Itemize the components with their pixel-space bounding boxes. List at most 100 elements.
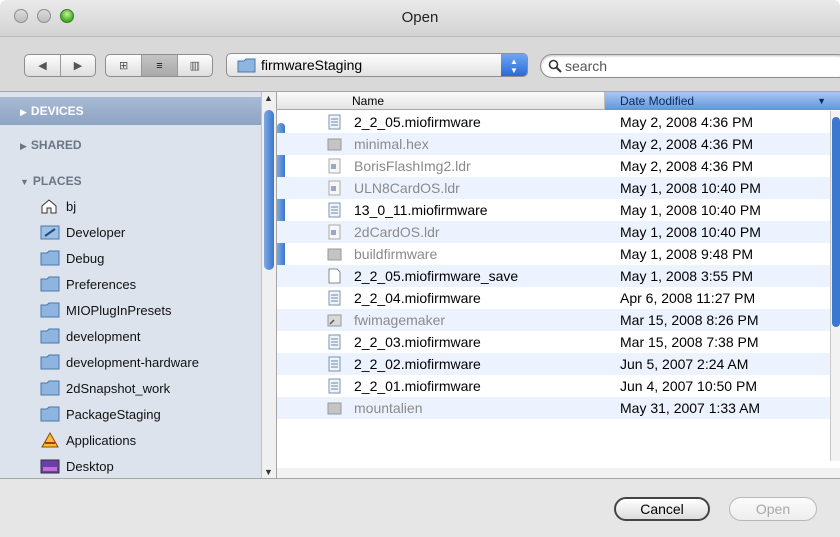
- file-row[interactable]: 2dCardOS.ldr May 1, 2008 10:40 PM: [277, 221, 840, 243]
- file-row[interactable]: 2_2_05.miofirmware_save May 1, 2008 3:55 …: [277, 265, 840, 287]
- generic-file-icon: [327, 400, 342, 416]
- file-row[interactable]: minimal.hex May 2, 2008 4:36 PM: [277, 133, 840, 155]
- document-icon: [327, 290, 342, 306]
- scroll-up-arrow-icon[interactable]: ▲: [264, 93, 273, 103]
- sidebar-item-mioplugipresets[interactable]: MIOPlugInPresets: [0, 297, 262, 323]
- file-name: 2_2_05.miofirmware: [354, 114, 481, 130]
- sidebar-scroll-thumb[interactable]: [264, 110, 274, 270]
- file-name: 2_2_01.miofirmware: [354, 378, 481, 394]
- icon-view-button[interactable]: ⊞: [106, 55, 141, 76]
- file-date-modified: May 2, 2008 4:36 PM: [620, 114, 754, 130]
- open-button[interactable]: Open: [729, 497, 817, 521]
- list-view-icon: ≡: [156, 59, 163, 72]
- file-list-scrollbar[interactable]: [830, 111, 840, 461]
- file-row[interactable]: ULN8CardOS.ldr May 1, 2008 10:40 PM: [277, 177, 840, 199]
- file-row[interactable]: 2_2_01.miofirmware Jun 4, 2007 10:50 PM: [277, 375, 840, 397]
- sidebar-item-label: 2dSnapshot_work: [66, 380, 171, 396]
- sidebar-section-places[interactable]: ▼ PLACES: [0, 167, 262, 195]
- folder-icon: [40, 302, 60, 318]
- home-icon: [40, 198, 60, 214]
- sort-descending-icon: ▼: [817, 96, 826, 106]
- generic-file-icon: [327, 136, 342, 152]
- folder-icon: [40, 380, 60, 396]
- ldr-file-icon: [327, 224, 342, 240]
- navigation-segmented-control: ◀ ▶: [24, 54, 96, 77]
- file-row[interactable]: buildfirmware May 1, 2008 9:48 PM: [277, 243, 840, 265]
- location-label: firmwareStaging: [261, 57, 363, 73]
- file-date-modified: May 31, 2007 1:33 AM: [620, 400, 761, 416]
- column-headers: Name Date Modified ▼: [277, 92, 840, 110]
- sidebar-item-label: development-hardware: [66, 354, 199, 370]
- view-mode-segmented-control: ⊞ ≡ ▥: [105, 54, 213, 77]
- sidebar-item-development-hardware[interactable]: development-hardware: [0, 349, 262, 375]
- file-row[interactable]: 2_2_03.miofirmware Mar 15, 2008 7:38 PM: [277, 331, 840, 353]
- file-name: ULN8CardOS.ldr: [354, 180, 460, 196]
- file-row[interactable]: 13_0_11.miofirmware May 1, 2008 10:40 PM: [277, 199, 840, 221]
- developer-folder-icon: [40, 224, 60, 240]
- search-field[interactable]: [540, 54, 840, 78]
- file-name: minimal.hex: [354, 136, 429, 152]
- sidebar-item-label: Desktop: [66, 458, 114, 474]
- file-row[interactable]: 2_2_04.miofirmware Apr 6, 2008 11:27 PM: [277, 287, 840, 309]
- forward-button[interactable]: ▶: [59, 55, 95, 76]
- disclosure-triangle-icon: ▶: [20, 141, 27, 151]
- popup-arrows-icon: ▲ ▼: [501, 54, 527, 76]
- executable-icon: [327, 312, 342, 328]
- sidebar-item-packagestaging[interactable]: PackageStaging: [0, 401, 262, 427]
- sidebar-item-2dsnapshot-work[interactable]: 2dSnapshot_work: [0, 375, 262, 401]
- document-icon: [327, 202, 342, 218]
- document-icon: [327, 378, 342, 394]
- column-view-button[interactable]: ▥: [176, 55, 212, 76]
- folder-icon: [40, 250, 60, 266]
- cancel-button[interactable]: Cancel: [614, 497, 710, 521]
- sidebar-item-desktop[interactable]: Desktop: [0, 453, 262, 478]
- location-popup[interactable]: firmwareStaging ▲ ▼: [226, 53, 528, 77]
- file-row[interactable]: fwimagemaker Mar 15, 2008 8:26 PM: [277, 309, 840, 331]
- title-bar[interactable]: Open: [0, 0, 840, 37]
- file-date-modified: Apr 6, 2008 11:27 PM: [620, 290, 756, 306]
- search-input[interactable]: [565, 57, 835, 75]
- folder-icon: [40, 328, 60, 344]
- sidebar-item-label: MIOPlugInPresets: [66, 302, 172, 318]
- sidebar-item-developer[interactable]: Developer: [0, 219, 262, 245]
- blank-file-icon: [327, 268, 342, 284]
- sidebar-section-shared[interactable]: ▶ SHARED: [0, 131, 262, 159]
- file-date-modified: Jun 5, 2007 2:24 AM: [620, 356, 749, 372]
- desktop-icon: [40, 458, 60, 474]
- sidebar-item-development[interactable]: development: [0, 323, 262, 349]
- toolbar: ◀ ▶ ⊞ ≡ ▥ firmwareStaging ▲ ▼: [0, 37, 840, 91]
- file-date-modified: May 1, 2008 10:40 PM: [620, 202, 761, 218]
- file-date-modified: May 1, 2008 9:48 PM: [620, 246, 754, 262]
- file-name: 2dCardOS.ldr: [354, 224, 440, 240]
- sidebar-item-applications[interactable]: Applications: [0, 427, 262, 453]
- shared-label: SHARED: [30, 138, 82, 152]
- sidebar-scrollbar[interactable]: ▲ ▼: [261, 92, 276, 478]
- document-icon: [327, 114, 342, 130]
- file-list-scroll-thumb[interactable]: [832, 117, 840, 327]
- file-row[interactable]: 2_2_05.miofirmware May 2, 2008 4:36 PM: [277, 111, 840, 133]
- file-name: fwimagemaker: [354, 312, 446, 328]
- file-row[interactable]: 2_2_02.miofirmware Jun 5, 2007 2:24 AM: [277, 353, 840, 375]
- places-label: PLACES: [32, 174, 82, 188]
- sidebar-item-debug[interactable]: Debug: [0, 245, 262, 271]
- sidebar-section-devices[interactable]: ▶ DEVICES: [0, 97, 262, 125]
- folder-icon: [40, 276, 60, 292]
- back-button[interactable]: ◀: [25, 55, 60, 76]
- file-name: BorisFlashImg2.ldr: [354, 158, 471, 174]
- file-row[interactable]: mountalien May 31, 2007 1:33 AM: [277, 397, 840, 419]
- sidebar-item-label: PackageStaging: [66, 406, 161, 422]
- sidebar-item-preferences[interactable]: Preferences: [0, 271, 262, 297]
- search-icon: [548, 59, 562, 73]
- file-row[interactable]: BorisFlashImg2.ldr May 2, 2008 4:36 PM: [277, 155, 840, 177]
- folder-icon: [237, 58, 256, 73]
- file-list-horizontal-scrollbar[interactable]: [277, 468, 840, 478]
- name-column-header[interactable]: Name: [322, 92, 605, 110]
- date-modified-column-header[interactable]: Date Modified ▼: [605, 92, 840, 110]
- sidebar-item-bj[interactable]: bj: [0, 193, 262, 219]
- file-date-modified: May 2, 2008 4:36 PM: [620, 136, 754, 152]
- list-view-button[interactable]: ≡: [141, 55, 177, 76]
- scroll-down-arrow-icon[interactable]: ▼: [264, 467, 273, 477]
- file-rows: 2_2_05.miofirmware May 2, 2008 4:36 PM min…: [277, 111, 840, 419]
- column-view-icon: ▥: [189, 60, 201, 72]
- sidebar-item-label: Debug: [66, 250, 105, 266]
